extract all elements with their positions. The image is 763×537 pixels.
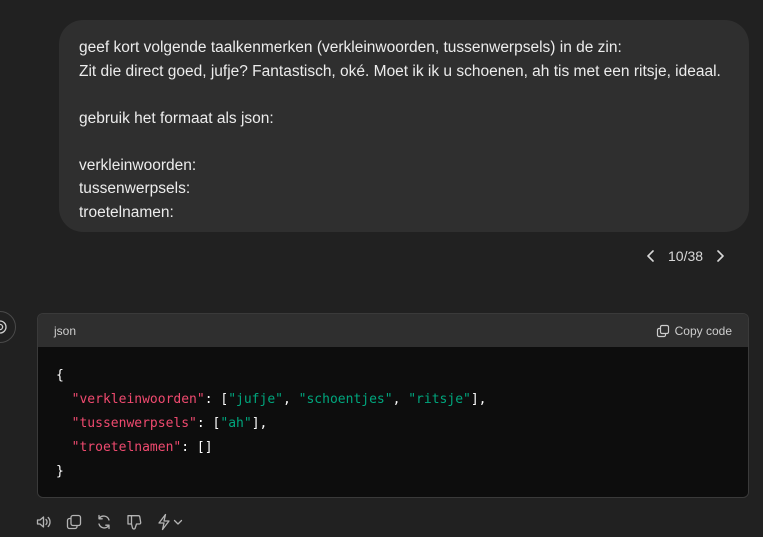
json-key: "tussenwerpsels" xyxy=(71,416,197,431)
copy-code-label: Copy code xyxy=(674,323,732,338)
chevron-right-icon xyxy=(717,250,724,262)
code-token: ], xyxy=(470,392,487,407)
read-aloud-icon xyxy=(36,516,51,528)
code-line: "troetelnamen": [] xyxy=(56,436,730,460)
message-version-pager: 10/38 xyxy=(640,244,731,268)
user-message-line: verkleinwoorden: xyxy=(79,156,197,174)
code-content: { "verkleinwoorden": ["jufje", "schoentj… xyxy=(38,347,748,497)
code-token: } xyxy=(56,464,64,479)
json-key: "verkleinwoorden" xyxy=(71,392,205,407)
version-counter: 10/38 xyxy=(668,248,704,264)
user-message-line xyxy=(79,83,729,107)
user-message-line: geef kort volgende taalkenmerken (verkle… xyxy=(79,39,622,56)
json-key: "troetelnamen" xyxy=(71,440,182,455)
user-message-line: Zit die direct goed, jufje? Fantastisch,… xyxy=(79,62,721,80)
code-token: ], xyxy=(251,416,268,431)
read-aloud-button[interactable] xyxy=(33,511,55,533)
assistant-avatar xyxy=(0,311,16,343)
next-version-button[interactable] xyxy=(709,245,731,267)
switch-model-button[interactable] xyxy=(153,511,187,533)
code-token: : [ xyxy=(196,416,221,431)
code-block-header: json Copy code xyxy=(38,314,748,347)
code-token: , xyxy=(283,392,299,407)
copy-icon xyxy=(656,324,669,337)
openai-logo-icon xyxy=(0,320,7,334)
json-string: "ah" xyxy=(220,416,252,431)
code-line: } xyxy=(56,460,730,484)
code-language-label: json xyxy=(54,323,77,338)
code-token: : [] xyxy=(181,440,213,455)
thumbs-down-button[interactable] xyxy=(123,511,145,533)
json-string: "ritsje" xyxy=(408,392,471,407)
regenerate-button[interactable] xyxy=(93,511,115,533)
lightning-icon xyxy=(158,513,170,531)
thumbs-down-icon xyxy=(127,515,142,530)
message-actions xyxy=(33,511,187,533)
copy-message-button[interactable] xyxy=(63,511,85,533)
user-message-line: gebruik het formaat als json: xyxy=(79,109,274,127)
code-line: "verkleinwoorden": ["jufje", "schoentjes… xyxy=(56,388,730,412)
previous-version-button[interactable] xyxy=(640,245,662,267)
chevron-down-icon xyxy=(173,519,183,525)
code-block: json Copy code { "verkleinwoorden": ["ju… xyxy=(37,313,749,498)
code-token: { xyxy=(56,368,64,383)
code-line: { xyxy=(56,364,730,388)
user-message-bubble: geef kort volgende taalkenmerken (verkle… xyxy=(59,20,749,232)
code-token: , xyxy=(392,392,409,407)
regenerate-icon xyxy=(98,514,110,530)
user-message-line xyxy=(79,130,729,154)
user-message-line: tussenwerpsels: xyxy=(79,180,191,197)
copy-icon xyxy=(66,514,82,530)
code-line: "tussenwerpsels": ["ah"], xyxy=(56,412,730,436)
json-string: "jufje" xyxy=(228,392,283,407)
copy-code-button[interactable]: Copy code xyxy=(656,324,732,338)
json-string: "schoentjes" xyxy=(298,392,393,407)
code-token: : [ xyxy=(204,392,229,407)
chevron-left-icon xyxy=(647,250,654,262)
user-message-line: troetelnamen: xyxy=(79,203,174,221)
